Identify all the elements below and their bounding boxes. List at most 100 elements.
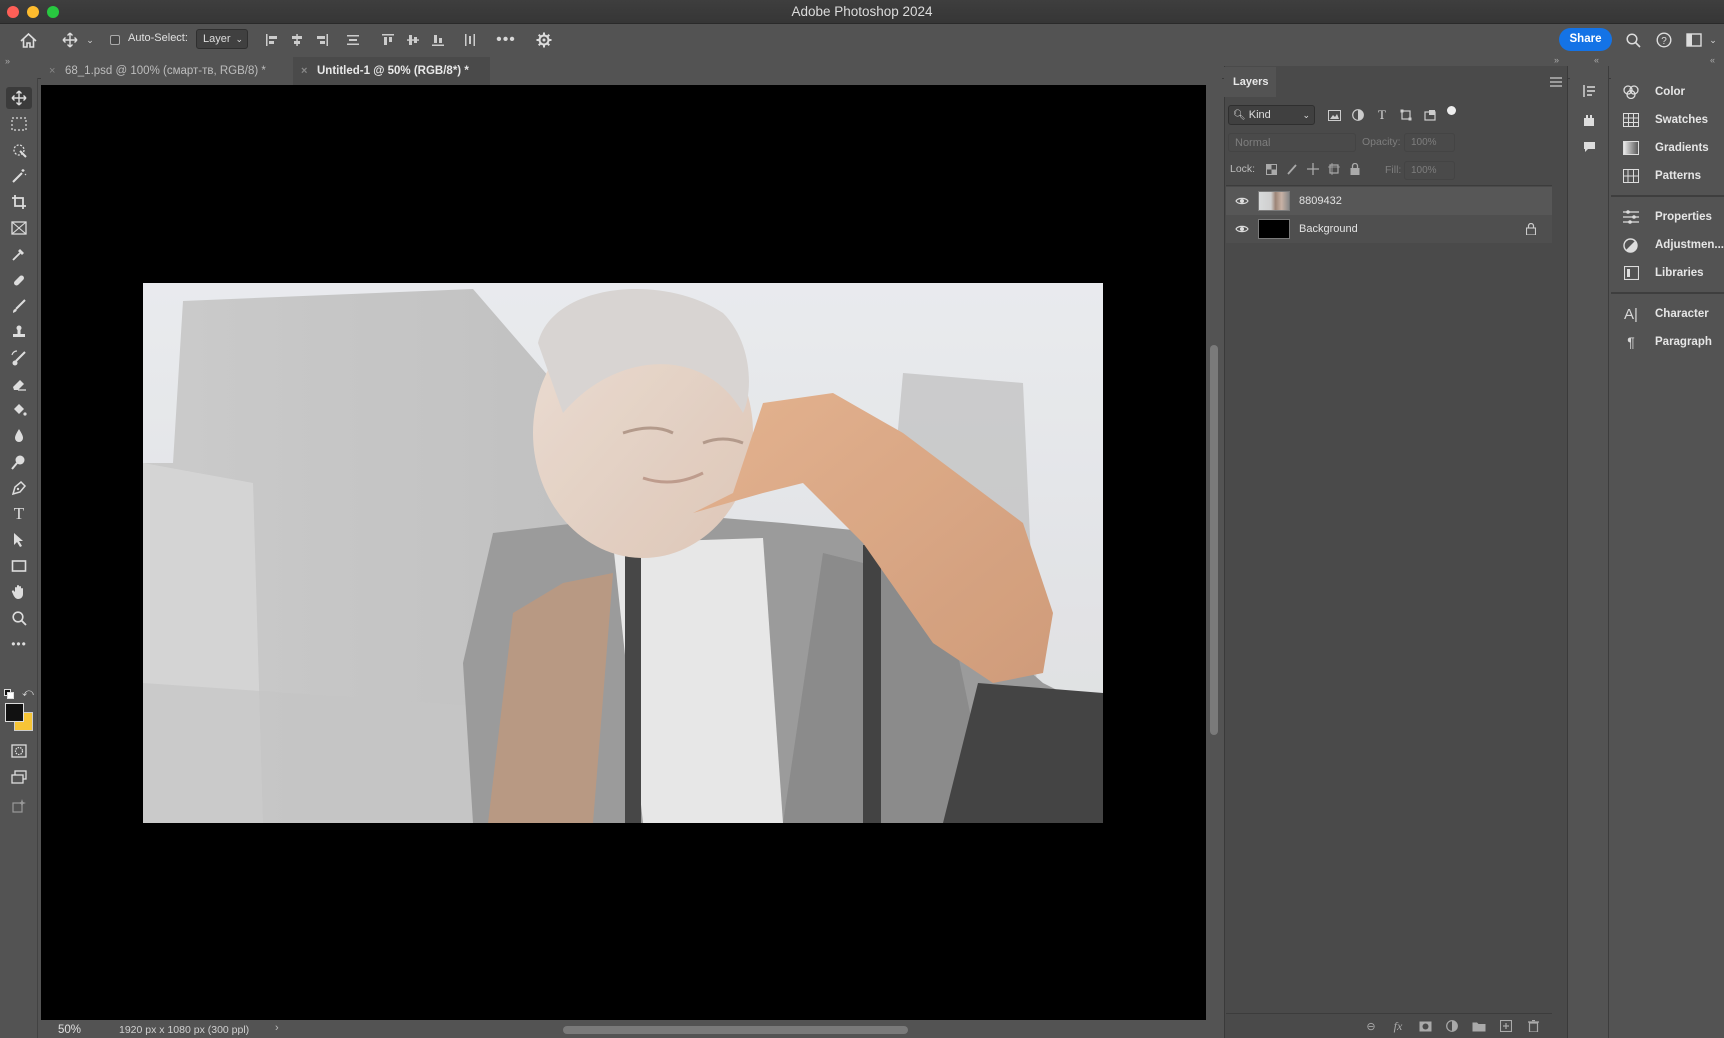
type-tool-icon[interactable]: T: [6, 503, 32, 525]
layer-filter-kind-dropdown[interactable]: 🔍︎ Kind ⌄: [1228, 105, 1315, 125]
eye-icon[interactable]: [1234, 193, 1250, 209]
patterns-panel-button[interactable]: Patterns: [1611, 163, 1724, 189]
expand-toolbar-icon[interactable]: »: [5, 56, 10, 66]
blur-tool-icon[interactable]: [6, 425, 32, 447]
lock-artboard-icon[interactable]: [1327, 162, 1341, 176]
adjustments-panel-button[interactable]: Adjustmen...: [1611, 232, 1724, 258]
move-tool-preset-icon[interactable]: [59, 29, 81, 51]
blend-mode-dropdown[interactable]: Normal: [1228, 133, 1356, 152]
crop-tool-icon[interactable]: [6, 191, 32, 213]
collapse-panels-icon[interactable]: «: [1710, 55, 1715, 65]
share-button[interactable]: Share: [1559, 28, 1612, 51]
dodge-tool-icon[interactable]: [6, 451, 32, 473]
swap-colors-icon[interactable]: ⤺: [22, 687, 34, 700]
layer-row[interactable]: 8809432: [1226, 187, 1552, 215]
swatches-panel-button[interactable]: Swatches: [1611, 107, 1724, 133]
rectangle-tool-icon[interactable]: [6, 555, 32, 577]
clone-stamp-icon[interactable]: [6, 321, 32, 343]
move-tool-icon[interactable]: [6, 87, 32, 109]
align-bottom-edges-icon[interactable]: [428, 30, 448, 50]
layer-style-fx-icon[interactable]: fx: [1389, 1018, 1407, 1034]
lock-icon[interactable]: [1524, 222, 1538, 236]
eye-icon[interactable]: [1234, 221, 1250, 237]
chevron-down-icon[interactable]: ⌄: [84, 33, 96, 47]
new-group-icon[interactable]: [1470, 1018, 1488, 1034]
filter-pixel-layers-icon[interactable]: [1325, 106, 1343, 124]
libraries-panel-button[interactable]: Libraries: [1611, 260, 1724, 286]
filter-type-layers-icon[interactable]: T: [1373, 106, 1391, 124]
chevron-right-icon[interactable]: ›: [275, 1022, 279, 1034]
lock-transparent-pixels-icon[interactable]: [1264, 162, 1278, 176]
home-icon[interactable]: [14, 28, 42, 52]
eraser-icon[interactable]: [6, 373, 32, 395]
plugins-icon[interactable]: [1580, 111, 1598, 129]
hand-tool-icon[interactable]: [6, 581, 32, 603]
quick-mask-icon[interactable]: [6, 740, 32, 762]
align-horizontal-centers-icon[interactable]: [287, 30, 307, 50]
edit-toolbar-icon[interactable]: •••: [6, 633, 32, 655]
more-options-icon[interactable]: •••: [495, 29, 517, 51]
properties-panel-button[interactable]: Properties: [1611, 204, 1724, 230]
filter-smart-objects-icon[interactable]: [1421, 106, 1439, 124]
auto-select-target-dropdown[interactable]: Layer ⌄: [196, 29, 248, 49]
default-colors-icon[interactable]: [4, 688, 14, 699]
filter-shape-layers-icon[interactable]: [1397, 106, 1415, 124]
frame-tool-icon[interactable]: [6, 217, 32, 239]
fill-field[interactable]: 100%: [1404, 161, 1455, 180]
new-adjustment-layer-icon[interactable]: [1443, 1018, 1461, 1034]
align-vertical-centers-icon[interactable]: [403, 30, 423, 50]
lock-all-icon[interactable]: [1348, 162, 1362, 176]
history-icon[interactable]: [1580, 82, 1598, 100]
healing-brush-icon[interactable]: [6, 269, 32, 291]
gradients-panel-button[interactable]: Gradients: [1611, 135, 1724, 161]
brush-tool-icon[interactable]: [6, 295, 32, 317]
paragraph-panel-button[interactable]: ¶ Paragraph: [1611, 329, 1724, 355]
character-panel-button[interactable]: A| Character: [1611, 301, 1724, 327]
comments-icon[interactable]: [1580, 138, 1598, 156]
lock-position-icon[interactable]: [1306, 162, 1320, 176]
collapse-panels-icon[interactable]: «: [1594, 55, 1599, 65]
generative-fill-icon[interactable]: [6, 795, 32, 817]
link-layers-icon[interactable]: ⊖: [1362, 1018, 1380, 1034]
document-tab-active[interactable]: × Untitled-1 @ 50% (RGB/8*) *: [293, 57, 490, 85]
color-panel-button[interactable]: Color: [1611, 79, 1724, 105]
lock-image-pixels-icon[interactable]: [1285, 162, 1299, 176]
panel-menu-icon[interactable]: [1548, 74, 1564, 90]
zoom-level[interactable]: 50%: [58, 1024, 81, 1036]
align-right-edges-icon[interactable]: [312, 30, 332, 50]
workspace-icon[interactable]: [1683, 29, 1705, 51]
distribute-vertical-icon[interactable]: [343, 30, 363, 50]
close-tab-icon[interactable]: ×: [49, 57, 55, 85]
marquee-tool-icon[interactable]: [6, 113, 32, 135]
layer-name[interactable]: Background: [1299, 223, 1358, 235]
screen-mode-icon[interactable]: [6, 766, 32, 788]
add-mask-icon[interactable]: [1416, 1018, 1434, 1034]
layer-name[interactable]: 8809432: [1299, 195, 1342, 207]
search-icon[interactable]: [1622, 29, 1644, 51]
paint-bucket-icon[interactable]: [6, 399, 32, 421]
chevron-down-icon[interactable]: ⌄: [1707, 33, 1719, 47]
align-left-edges-icon[interactable]: [262, 30, 282, 50]
collapse-panels-icon[interactable]: »: [1554, 55, 1559, 65]
gear-icon[interactable]: [533, 29, 555, 51]
vertical-scroll-thumb[interactable]: [1210, 345, 1218, 735]
pen-tool-icon[interactable]: [6, 477, 32, 499]
document-tab[interactable]: × 68_1.psd @ 100% (смарт-тв, RGB/8) *: [41, 57, 293, 85]
filter-toggle-icon[interactable]: [1447, 106, 1456, 115]
layer-row[interactable]: Background: [1226, 215, 1552, 243]
magic-wand-icon[interactable]: [6, 165, 32, 187]
new-layer-icon[interactable]: [1497, 1018, 1515, 1034]
filter-adjustment-layers-icon[interactable]: [1349, 106, 1367, 124]
close-tab-icon[interactable]: ×: [301, 57, 307, 85]
eyedropper-icon[interactable]: [6, 243, 32, 265]
object-selection-tool-icon[interactable]: [6, 139, 32, 161]
foreground-color-swatch[interactable]: [5, 703, 24, 722]
document-info[interactable]: 1920 px x 1080 px (300 ppl): [119, 1024, 249, 1036]
help-icon[interactable]: ?: [1653, 29, 1675, 51]
horizontal-scroll-thumb[interactable]: [563, 1026, 908, 1034]
align-top-edges-icon[interactable]: [378, 30, 398, 50]
auto-select-checkbox[interactable]: [110, 35, 120, 45]
distribute-horizontal-icon[interactable]: [460, 30, 480, 50]
path-selection-icon[interactable]: [6, 529, 32, 551]
opacity-field[interactable]: 100%: [1404, 133, 1455, 152]
